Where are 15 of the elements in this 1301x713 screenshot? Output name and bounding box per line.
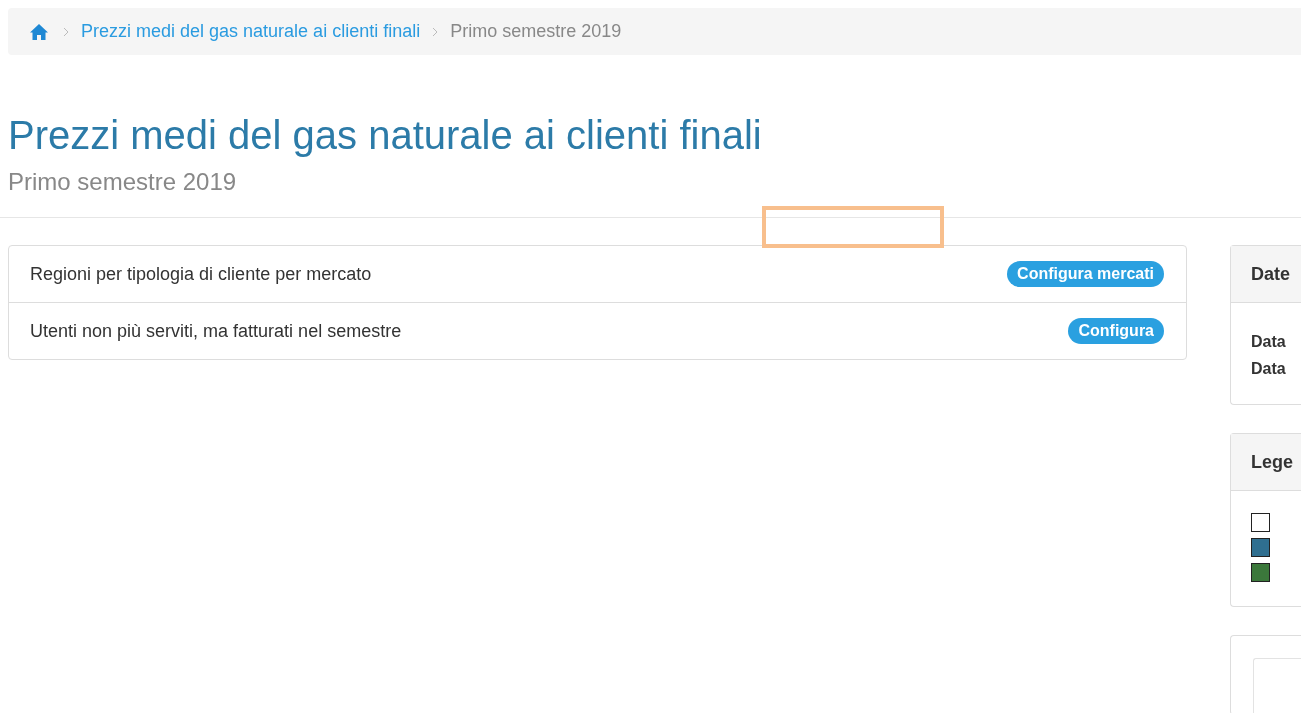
page-subtitle: Primo semestre 2019 (8, 168, 238, 196)
configure-button[interactable]: Configura mercati (1007, 261, 1164, 287)
separator-icon (63, 26, 69, 37)
breadcrumb-link[interactable]: Prezzi medi del gas naturale ai clienti finali (81, 21, 421, 42)
panel-heading: Lege (1231, 434, 1301, 491)
home-icon[interactable] (29, 22, 49, 41)
page-title: Prezzi medi del gas naturale ai clienti finali (8, 112, 763, 158)
breadcrumb-current: Primo semestre 2019 (450, 21, 622, 42)
section-label: Utenti non più serviti, ma fatturati nel semestre (30, 320, 402, 342)
section-label: Regioni per tipologia di cliente per mercato (30, 263, 372, 285)
date-label: Data (1251, 332, 1287, 352)
panel-heading: Date (1231, 246, 1301, 303)
separator-icon (432, 26, 439, 37)
configure-button[interactable]: Configura (1068, 318, 1164, 344)
date-label: Data (1251, 359, 1287, 379)
